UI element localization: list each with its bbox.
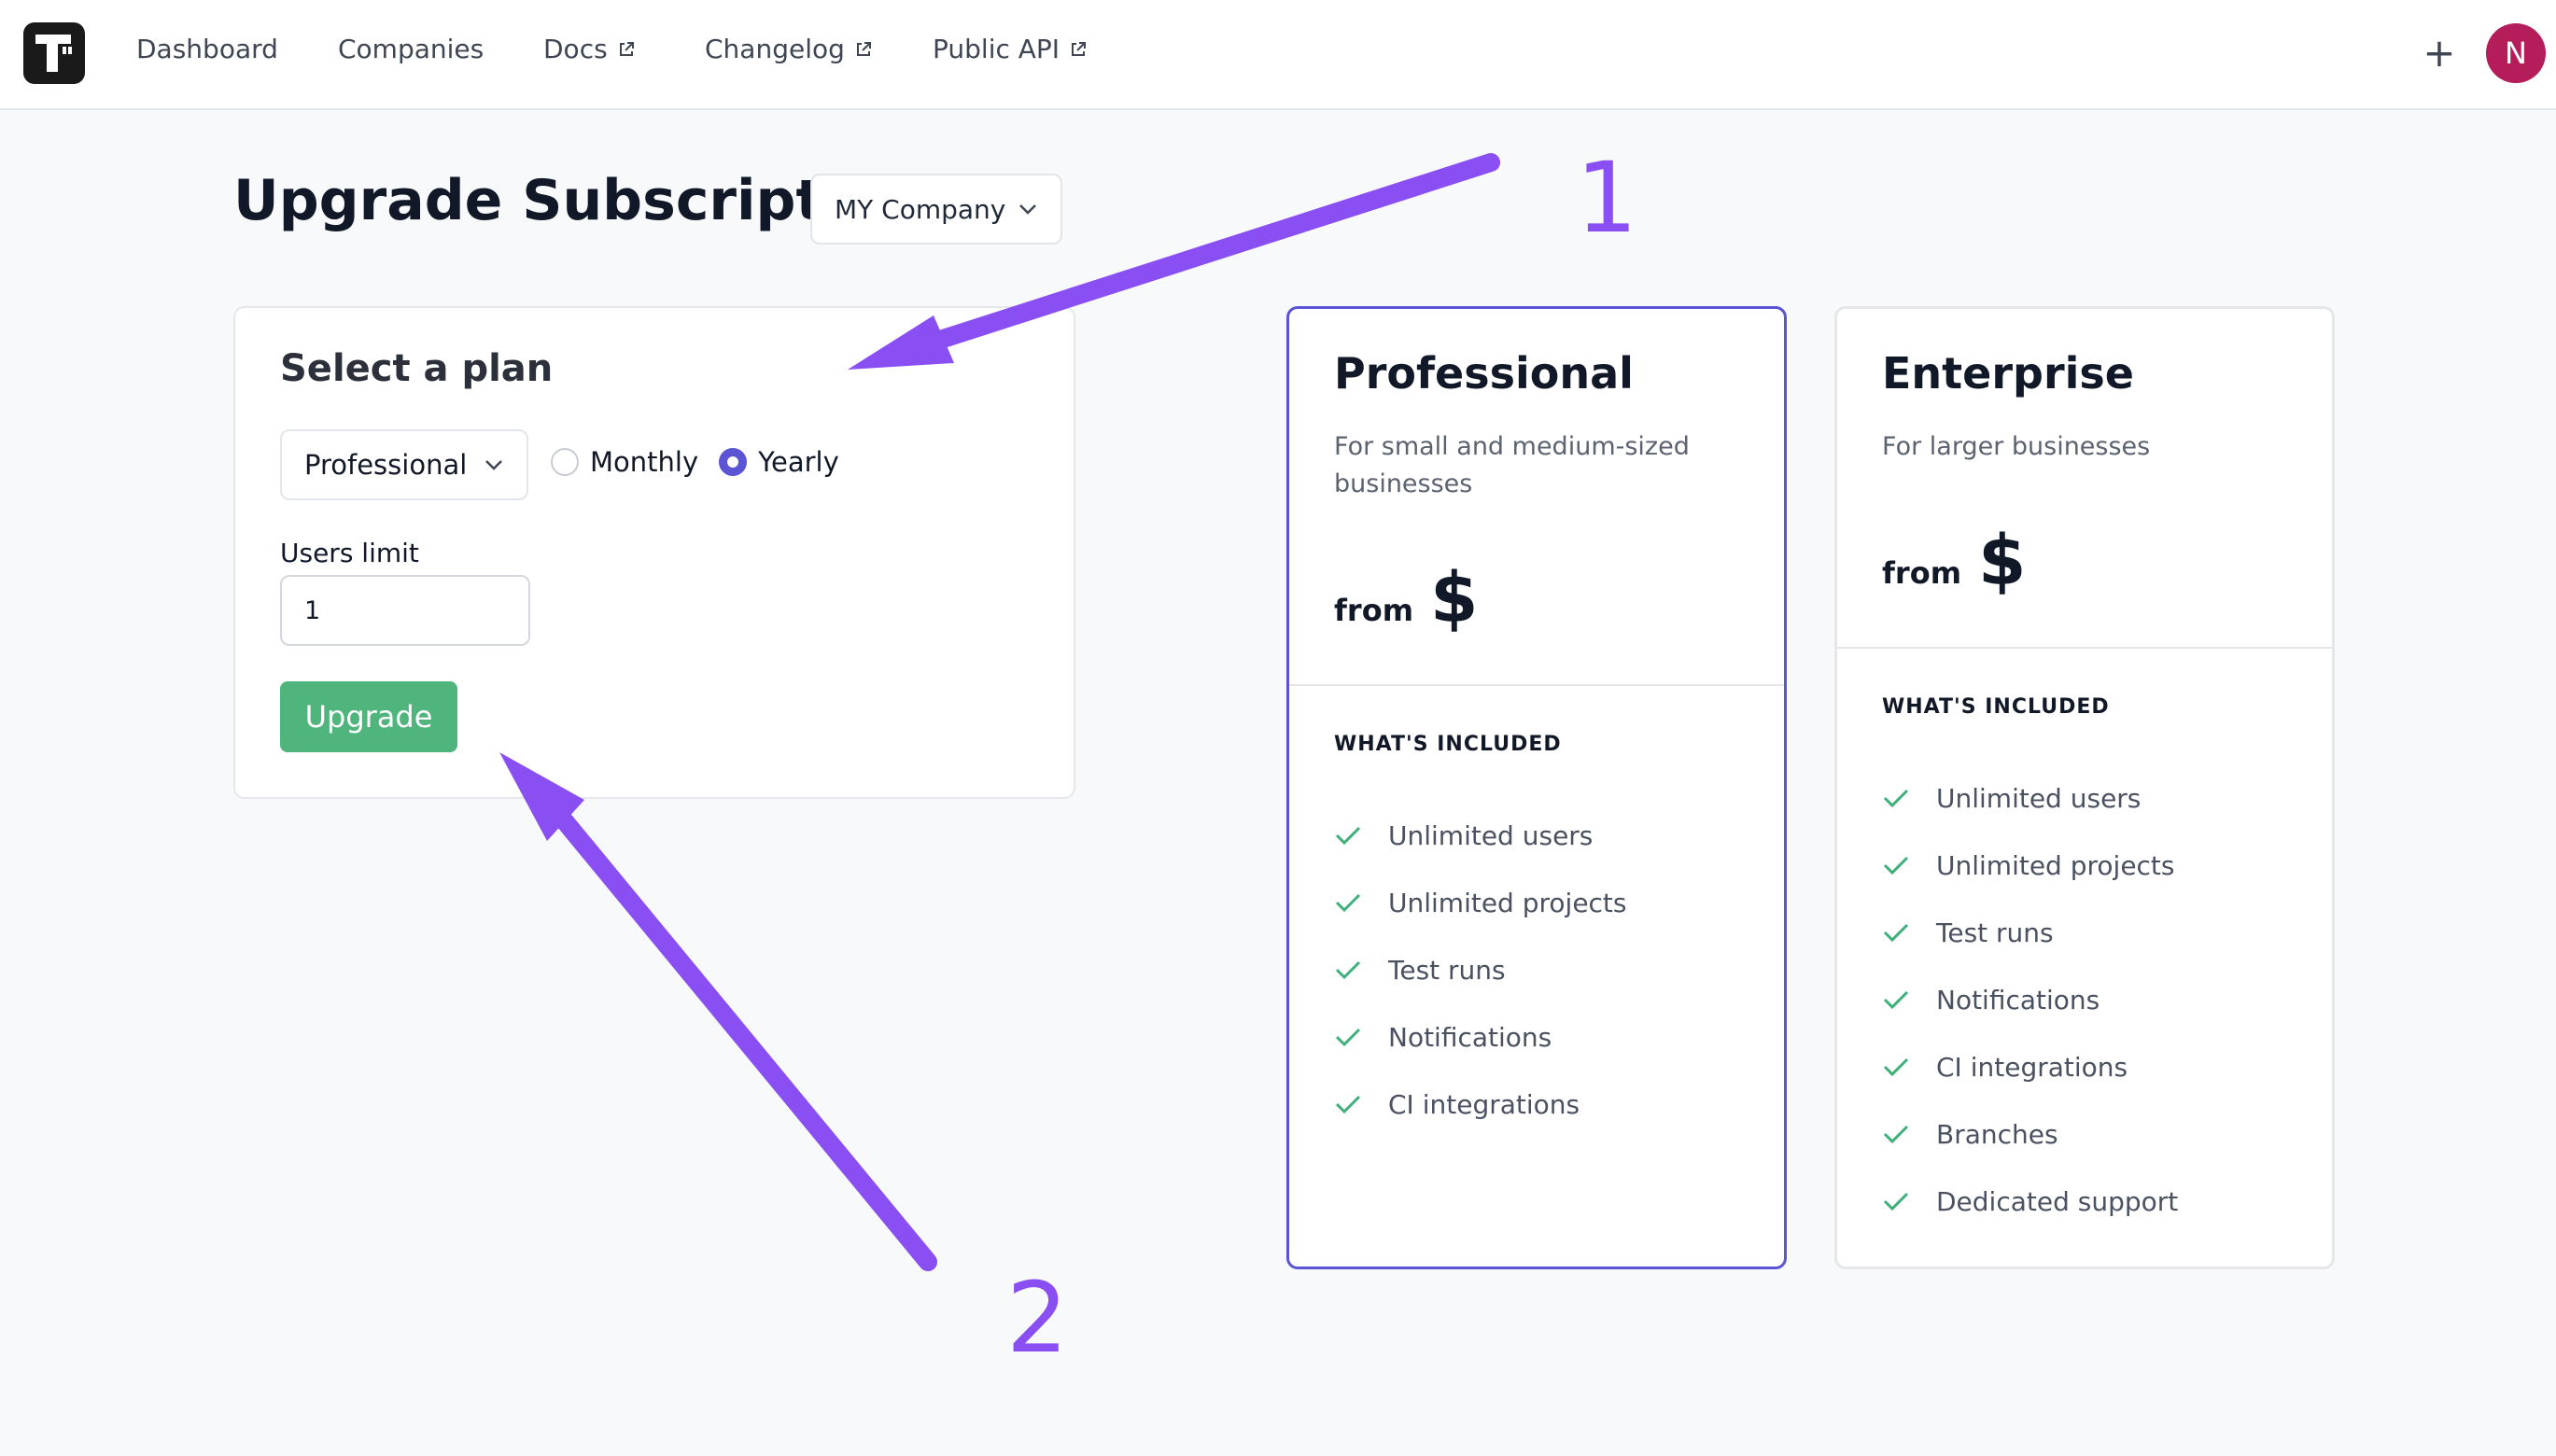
user-avatar[interactable]: N <box>2486 23 2546 83</box>
feature-item: Notifications <box>1882 966 2178 1033</box>
yearly-radio[interactable] <box>719 448 748 476</box>
check-icon <box>1883 1125 1909 1144</box>
price-from-label: from <box>1334 593 1414 628</box>
nav-dashboard-label: Dashboard <box>136 34 278 64</box>
yearly-label: Yearly <box>758 446 839 478</box>
tier-description: For small and medium-sized businesses <box>1334 432 1690 498</box>
upgrade-button[interactable]: Upgrade <box>280 681 457 752</box>
price-from-label: from <box>1882 555 1962 591</box>
users-limit-input[interactable] <box>280 575 530 646</box>
tier-name: Enterprise <box>1882 348 2135 399</box>
check-icon <box>1883 990 1909 1010</box>
feature-label: Unlimited users <box>1388 819 1594 851</box>
feature-label: Notifications <box>1388 1021 1552 1053</box>
tier-price: from $ <box>1334 561 1479 636</box>
logo-mark-icon <box>35 35 72 72</box>
nav-docs[interactable]: Docs <box>543 34 636 64</box>
feature-item: Unlimited projects <box>1334 869 1627 936</box>
check-icon <box>1335 1095 1361 1114</box>
nav-companies[interactable]: Companies <box>338 34 484 64</box>
included-heading: WHAT'S INCLUDED <box>1334 733 1562 756</box>
annotation-number-2: 2 <box>1006 1261 1069 1375</box>
check-icon <box>1883 923 1909 943</box>
feature-item: Test runs <box>1882 899 2178 966</box>
feature-label: Unlimited users <box>1936 782 2142 814</box>
check-icon <box>1335 893 1361 913</box>
feature-item: Unlimited users <box>1882 764 2178 832</box>
app-logo[interactable] <box>23 22 85 84</box>
add-button[interactable]: + <box>2421 24 2458 80</box>
feature-item: Unlimited users <box>1334 802 1627 869</box>
select-plan-card: Select a plan Professional Monthly Yearl… <box>233 306 1075 799</box>
annotation-arrow-2-shaft <box>555 812 937 1271</box>
billing-period-radio-group: Monthly Yearly <box>551 446 839 478</box>
plus-icon: + <box>2423 29 2456 76</box>
price-value: $ <box>1978 521 2027 601</box>
feature-list: Unlimited users Unlimited projects Test … <box>1882 764 2178 1235</box>
chevron-down-icon <box>1019 204 1036 215</box>
tier-price: from $ <box>1882 524 2027 598</box>
feature-list: Unlimited users Unlimited projects Test … <box>1334 802 1627 1138</box>
check-icon <box>1335 826 1361 846</box>
divider <box>1289 684 1784 686</box>
top-navbar: Dashboard Companies Docs Changelog Publi… <box>0 0 2556 110</box>
feature-item: Notifications <box>1334 1003 1627 1071</box>
feature-label: CI integrations <box>1388 1088 1580 1120</box>
divider <box>1837 647 2332 649</box>
monthly-label: Monthly <box>590 446 699 478</box>
feature-item: Test runs <box>1334 936 1627 1003</box>
check-icon <box>1883 789 1909 808</box>
professional-plan-card[interactable]: Professional For small and medium-sized … <box>1286 306 1787 1269</box>
chevron-down-icon <box>485 460 502 470</box>
included-heading: WHAT'S INCLUDED <box>1882 695 2110 719</box>
external-link-icon <box>619 41 634 56</box>
tier-name: Professional <box>1334 348 1634 399</box>
billing-yearly-option[interactable]: Yearly <box>719 446 839 478</box>
check-icon <box>1335 960 1361 980</box>
feature-label: Test runs <box>1388 954 1506 986</box>
users-limit-label: Users limit <box>280 538 419 568</box>
nav-changelog[interactable]: Changelog <box>705 34 873 64</box>
enterprise-plan-card[interactable]: Enterprise For larger businesses from $ … <box>1834 306 2335 1269</box>
feature-label: Dedicated support <box>1936 1185 2179 1217</box>
feature-item: CI integrations <box>1334 1071 1627 1138</box>
select-plan-heading: Select a plan <box>280 347 554 390</box>
external-link-icon <box>1072 41 1087 56</box>
check-icon <box>1883 1057 1909 1077</box>
feature-label: Unlimited projects <box>1936 849 2175 881</box>
feature-item: Branches <box>1882 1100 2178 1168</box>
nav-public-api-label: Public API <box>933 34 1060 64</box>
check-icon <box>1883 856 1909 875</box>
price-value: $ <box>1430 558 1479 638</box>
nav-docs-label: Docs <box>543 34 608 64</box>
check-icon <box>1883 1192 1909 1211</box>
feature-item: CI integrations <box>1882 1033 2178 1100</box>
avatar-initial: N <box>2505 35 2527 71</box>
feature-item: Dedicated support <box>1882 1168 2178 1235</box>
plan-select[interactable]: Professional <box>280 429 528 500</box>
tier-description: For larger businesses <box>1882 432 2151 461</box>
feature-label: Test runs <box>1936 917 2054 948</box>
external-link-icon <box>856 41 871 56</box>
company-select-value: MY Company <box>835 193 1006 225</box>
billing-monthly-option[interactable]: Monthly <box>551 446 698 478</box>
feature-label: Unlimited projects <box>1388 887 1627 918</box>
feature-label: Notifications <box>1936 984 2100 1015</box>
plan-select-value: Professional <box>304 449 468 481</box>
annotation-number-1: 1 <box>1576 141 1638 255</box>
check-icon <box>1335 1028 1361 1047</box>
feature-label: CI integrations <box>1936 1051 2128 1083</box>
nav-companies-label: Companies <box>338 34 485 64</box>
monthly-radio[interactable] <box>551 448 579 476</box>
nav-changelog-label: Changelog <box>705 34 845 64</box>
feature-label: Branches <box>1936 1118 2058 1150</box>
company-select[interactable]: MY Company <box>810 174 1062 245</box>
nav-public-api[interactable]: Public API <box>933 34 1088 64</box>
feature-item: Unlimited projects <box>1882 832 2178 899</box>
nav-dashboard[interactable]: Dashboard <box>136 34 278 64</box>
